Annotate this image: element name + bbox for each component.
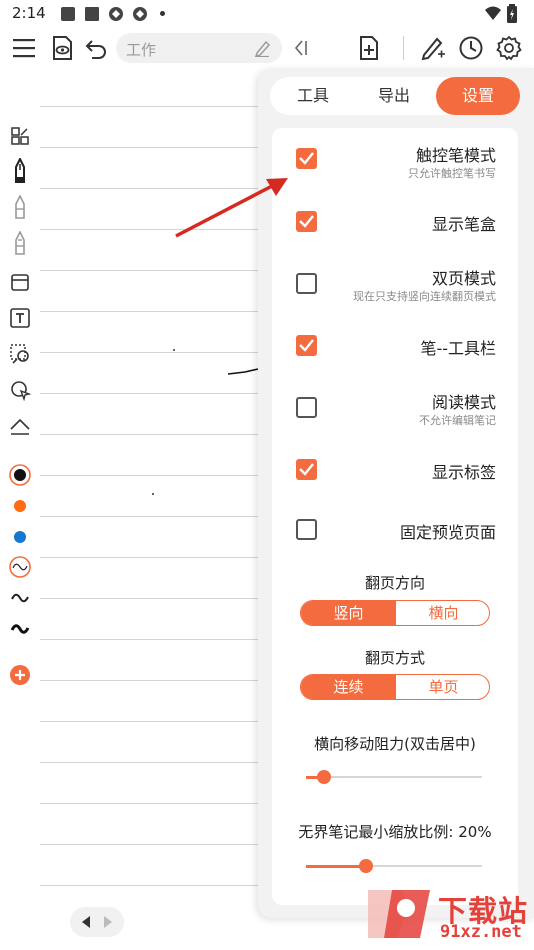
- direction-vertical-option[interactable]: 竖向: [301, 601, 396, 625]
- read-mode-icon[interactable]: [48, 34, 76, 62]
- check-icon: [299, 215, 314, 228]
- next-page-icon[interactable]: [102, 915, 114, 929]
- edit-title-icon[interactable]: [254, 39, 270, 57]
- page-mode-toggle: 连续 单页: [300, 674, 490, 700]
- annotation-arrow: [175, 178, 288, 238]
- stroke-medium-icon[interactable]: [8, 586, 32, 610]
- check-icon: [299, 339, 314, 352]
- settings-icon[interactable]: [495, 34, 523, 62]
- pen-toolbar-checkbox[interactable]: [296, 335, 317, 356]
- ruler-icon[interactable]: [8, 414, 32, 438]
- add-color-icon[interactable]: [8, 663, 32, 687]
- eraser-icon[interactable]: [8, 270, 32, 294]
- menu-icon[interactable]: [10, 34, 38, 62]
- app-square-icon: [61, 7, 75, 21]
- show-tags-label: 显示标签: [431, 463, 496, 482]
- color-orange-swatch[interactable]: [8, 494, 32, 518]
- undo-icon[interactable]: [82, 34, 110, 62]
- stroke-thick-icon[interactable]: [8, 617, 32, 641]
- pencil-icon[interactable]: [8, 195, 32, 220]
- zoom-slider-knob[interactable]: [358, 859, 373, 873]
- page-direction-toggle: 竖向 横向: [300, 600, 490, 626]
- ruled-line: [40, 598, 272, 599]
- ruled-line: [40, 680, 272, 681]
- color-black-swatch[interactable]: [8, 463, 32, 487]
- collapse-icon[interactable]: [288, 34, 316, 62]
- lasso-icon[interactable]: [8, 342, 32, 366]
- ruled-line: [40, 803, 272, 804]
- mode-continuous-option[interactable]: 连续: [301, 675, 396, 699]
- show-pen-box-label: 显示笔盒: [431, 215, 496, 234]
- resistance-title: 横向移动阻力(双击居中): [314, 735, 476, 753]
- stylus-mode-checkbox[interactable]: [296, 148, 317, 169]
- shape-icon[interactable]: [8, 378, 32, 402]
- reading-mode-description: 不允许编辑笔记: [419, 414, 496, 427]
- toolbar-divider: [403, 36, 404, 60]
- settings-card: [272, 128, 518, 905]
- sync-icon: [133, 7, 147, 21]
- sync-icon: [109, 7, 123, 21]
- text-box-icon[interactable]: [8, 306, 32, 330]
- document-title: 工作: [126, 41, 157, 59]
- top-toolbar: 工作: [0, 28, 534, 68]
- resistance-slider-track[interactable]: [306, 776, 482, 778]
- mode-single-option[interactable]: 单页: [396, 675, 489, 699]
- marker-icon[interactable]: [8, 231, 32, 256]
- status-time: 2:14: [12, 4, 46, 22]
- direction-horizontal-option[interactable]: 横向: [396, 601, 489, 625]
- resistance-slider-knob[interactable]: [316, 770, 331, 784]
- show-tags-checkbox[interactable]: [296, 459, 317, 480]
- dot-icon: [160, 11, 165, 16]
- status-bar: 2:14: [0, 0, 534, 28]
- fixed-preview-checkbox[interactable]: [296, 519, 317, 540]
- history-icon[interactable]: [457, 34, 485, 62]
- ruled-line: [40, 844, 272, 845]
- ink-strokes: [152, 349, 259, 495]
- color-blue-swatch[interactable]: [8, 525, 32, 549]
- fountain-pen-icon[interactable]: [8, 158, 32, 183]
- stylus-mode-label: 触控笔模式: [415, 146, 496, 165]
- panel-tabs: 工具 导出 设置: [270, 77, 520, 115]
- reading-mode-checkbox[interactable]: [296, 397, 317, 418]
- dual-page-label: 双页模式: [431, 269, 496, 288]
- check-icon: [299, 463, 314, 476]
- stroke-thin-icon[interactable]: [8, 555, 32, 579]
- stylus-mode-description: 只允许触控笔书写: [408, 167, 496, 180]
- dual-page-checkbox[interactable]: [296, 273, 317, 294]
- show-pen-box-checkbox[interactable]: [296, 211, 317, 232]
- watermark-url: 91xz.net: [440, 922, 522, 942]
- check-icon: [299, 152, 314, 165]
- add-page-icon[interactable]: [355, 34, 383, 62]
- previous-page-icon[interactable]: [80, 915, 92, 929]
- zoom-slider-fill: [306, 865, 366, 868]
- layout-icon[interactable]: [8, 124, 32, 148]
- pen-settings-icon[interactable]: [419, 34, 447, 62]
- app-square-icon: [85, 7, 99, 21]
- dual-page-description: 现在只支持竖向连续翻页模式: [353, 290, 496, 303]
- reading-mode-label: 阅读模式: [431, 393, 496, 412]
- tab-export[interactable]: 导出: [362, 77, 426, 115]
- ruled-line: [40, 721, 272, 722]
- ruled-line: [40, 762, 272, 763]
- zoom-title: 无界笔记最小缩放比例: 20%: [298, 823, 492, 841]
- tab-settings[interactable]: 设置: [436, 77, 520, 115]
- pen-toolbar-label: 笔--工具栏: [420, 339, 496, 358]
- page-direction-title: 翻页方向: [364, 574, 425, 592]
- page-mode-title: 翻页方式: [364, 649, 425, 667]
- page-navigation: [70, 907, 124, 937]
- document-title-field[interactable]: 工作: [116, 33, 282, 63]
- battery-icon: [507, 4, 517, 23]
- wifi-icon: [485, 6, 501, 20]
- watermark-logo: [368, 890, 430, 938]
- ruled-line: [40, 639, 272, 640]
- fixed-preview-label: 固定预览页面: [399, 523, 496, 542]
- tab-tools[interactable]: 工具: [282, 77, 344, 115]
- ruled-line: [40, 557, 272, 558]
- ruled-line: [40, 885, 272, 886]
